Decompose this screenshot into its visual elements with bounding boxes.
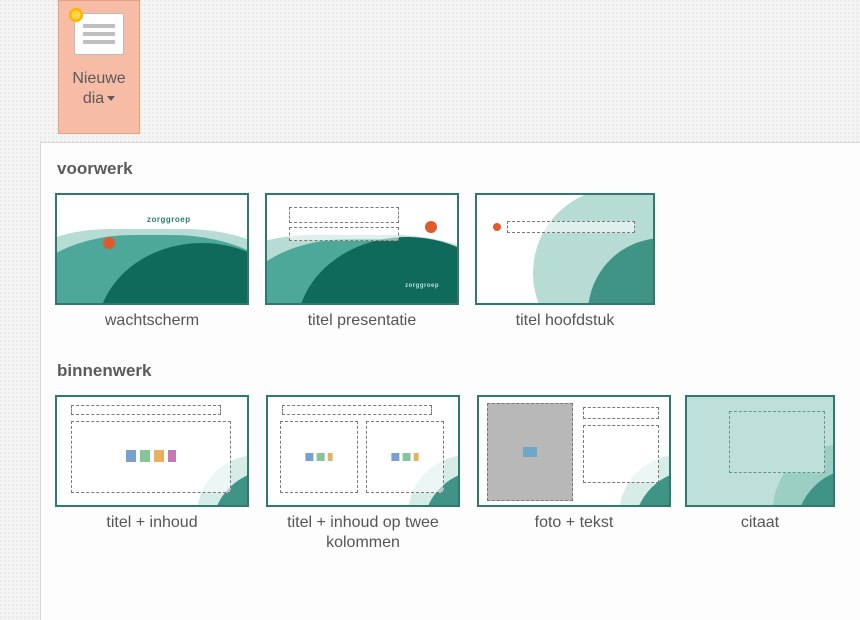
layout-titel-presentatie[interactable]: zorggroep titel presentatie xyxy=(265,193,459,331)
layout-caption: foto + tekst xyxy=(535,513,614,533)
accent-dot-icon xyxy=(103,237,115,249)
thumbnail xyxy=(266,395,460,507)
layout-caption: titel + inhoud op twee kolommen xyxy=(263,513,463,553)
layout-wachtscherm[interactable]: zorggroep wachtscherm xyxy=(55,193,249,331)
layout-caption: titel hoofdstuk xyxy=(516,311,615,331)
section-header-voorwerk: voorwerk xyxy=(57,159,860,179)
row-voorwerk: zorggroep wachtscherm zorggroep titel pr… xyxy=(55,193,860,331)
new-slide-label: Nieuwe dia xyxy=(72,69,125,109)
thumbnail xyxy=(477,395,671,507)
new-slide-button[interactable]: Nieuwe dia xyxy=(58,0,140,134)
logo-text: zorggroep xyxy=(405,283,439,289)
layout-caption: titel + inhoud xyxy=(106,513,197,533)
thumbnail xyxy=(55,395,249,507)
thumbnail: zorggroep xyxy=(55,193,249,305)
thumbnail xyxy=(685,395,835,507)
layout-foto-tekst[interactable]: foto + tekst xyxy=(477,395,671,553)
layout-titel-inhoud[interactable]: titel + inhoud xyxy=(55,395,249,553)
layout-caption: titel presentatie xyxy=(308,311,417,331)
layout-titel-inhoud-twee-kolommen[interactable]: titel + inhoud op twee kolommen xyxy=(263,395,463,553)
layout-citaat[interactable]: citaat xyxy=(685,395,835,553)
accent-dot-icon xyxy=(425,221,437,233)
thumbnail: zorggroep xyxy=(265,193,459,305)
row-binnenwerk: titel + inhoud titel + inhoud op twee ko… xyxy=(55,395,860,553)
slide-layout-gallery: voorwerk zorggroep wachtscherm zorggr xyxy=(40,142,860,620)
new-slide-icon xyxy=(74,13,124,55)
layout-caption: wachtscherm xyxy=(105,311,199,331)
logo-text: zorggroep xyxy=(147,215,191,224)
accent-dot-icon xyxy=(493,223,501,231)
section-header-binnenwerk: binnenwerk xyxy=(57,361,860,381)
thumbnail xyxy=(475,193,655,305)
layout-titel-hoofdstuk[interactable]: titel hoofdstuk xyxy=(475,193,655,331)
chevron-down-icon xyxy=(107,96,115,101)
layout-caption: citaat xyxy=(685,513,835,533)
